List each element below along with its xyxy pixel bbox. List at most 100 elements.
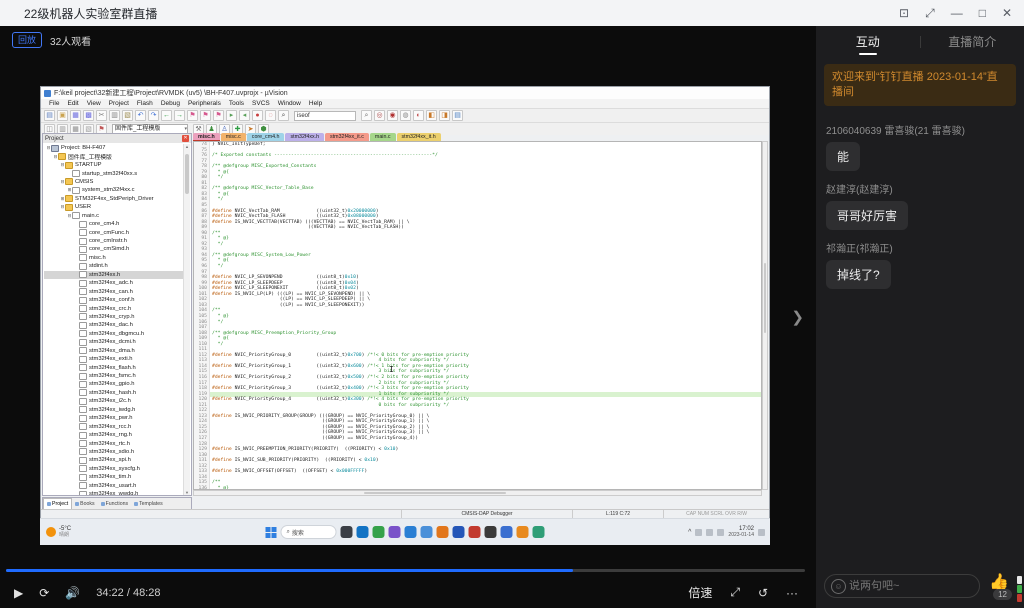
tree-item-USER[interactable]: ⊟ USER (44, 203, 184, 211)
menu-edit[interactable]: Edit (63, 100, 82, 107)
new-file-icon[interactable]: ▤ (44, 110, 55, 121)
dev-app-icon[interactable] (452, 526, 465, 538)
tree-item-stm32f4xx_rtc.h[interactable]: stm32f4xx_rtc.h (44, 439, 184, 448)
editor-tab-stm32f4xx_it.h[interactable]: stm32f4xx_it.h (396, 133, 441, 141)
video-stage[interactable]: 回放 32人观看 F:\keil project\32新建工程\Project\… (0, 26, 816, 608)
tree-item-stm32f4xx_syscfg.h[interactable]: stm32f4xx_syscfg.h (44, 465, 184, 473)
emoji-icon[interactable]: ☺ (831, 579, 846, 594)
tree-scroll-down-icon[interactable]: ▼ (184, 490, 190, 495)
insert-trace-icon[interactable]: ◍ (400, 110, 411, 121)
panel-tab-project[interactable]: Project (43, 498, 73, 509)
menu-project[interactable]: Project (105, 100, 133, 107)
dark-app-icon[interactable] (484, 526, 497, 538)
tree-item-main.c[interactable]: ⊟ main.c (44, 212, 184, 220)
tree-item-stm32f4xx_can.h[interactable]: stm32f4xx_can.h (44, 287, 184, 296)
tree-item-STM32F4xx_StdPeriph_Driver[interactable]: ⊞ STM32F4xx_StdPeriph_Driver (44, 195, 184, 203)
outdent-icon[interactable]: ◂ (239, 110, 250, 121)
toolbar-find-input[interactable]: iseof (294, 110, 356, 121)
popout-icon[interactable]: ⊡ (899, 0, 909, 26)
tree-item-stm32f4xx_i2c.h[interactable]: stm32f4xx_i2c.h (44, 397, 184, 405)
tree-item-core_cmFunc.h[interactable]: core_cmFunc.h (44, 228, 184, 237)
tree-item-stm32f4xx_usart.h[interactable]: stm32f4xx_usart.h (44, 482, 184, 490)
close-icon[interactable]: ✕ (1002, 0, 1012, 26)
breakpoint-icon[interactable]: ● (252, 110, 263, 121)
volume-button[interactable]: 🔊 (65, 586, 80, 600)
copy-icon[interactable]: ▥ (109, 110, 120, 121)
flash-download-icon[interactable]: ◨ (439, 110, 450, 121)
tree-item-stm32f4xx_adc.h[interactable]: stm32f4xx_adc.h (44, 279, 184, 287)
settings-icon[interactable] (420, 526, 433, 538)
menu-peripherals[interactable]: Peripherals (184, 100, 225, 107)
taskbar-clock[interactable]: 17:02 2023-01-14 (728, 526, 754, 538)
taskbar-search[interactable]: ⌕ 搜索 (280, 525, 337, 539)
keil-pack-installer-icon[interactable] (372, 526, 385, 538)
undo-icon[interactable]: ↶ (135, 110, 146, 121)
progress-bar[interactable] (6, 569, 805, 572)
tree-item-stm32f4xx_spi.h[interactable]: stm32f4xx_spi.h (44, 456, 184, 464)
menu-svcs[interactable]: SVCS (248, 100, 274, 107)
editor-tab-main.c[interactable]: main.c (369, 133, 396, 141)
editor-hscroll-thumb[interactable] (364, 492, 506, 494)
tree-item-stm32f4xx_conf.h[interactable]: stm32f4xx_conf.h (44, 296, 184, 304)
panel-tab-functions[interactable]: Functions (98, 499, 132, 509)
menu-debug[interactable]: Debug (157, 100, 184, 107)
indent-icon[interactable]: ▸ (226, 110, 237, 121)
menu-file[interactable]: File (45, 100, 63, 107)
save-all-icon[interactable]: ▩ (83, 110, 94, 121)
tree-item-stm32f4xx.h[interactable]: stm32f4xx.h (44, 270, 184, 279)
taskbar-weather[interactable]: -5°C 晴朗 (46, 526, 71, 538)
editor-tab-stm32f4xx.h[interactable]: stm32f4xx.h (285, 133, 325, 141)
notification-icon[interactable] (758, 528, 765, 536)
editor-tab-misc.h[interactable]: misc.h (193, 133, 220, 141)
orange-app-icon[interactable] (436, 526, 449, 538)
windows-start-icon[interactable] (265, 526, 277, 538)
save-icon[interactable]: ▦ (70, 110, 81, 121)
panel-collapse-handle[interactable]: ❯ (791, 308, 804, 326)
code-view[interactable]: 74} NVIC_InitTypeDef; 75 76/* Exported con… (193, 141, 762, 490)
tree-item-core_cmInstr.h[interactable]: core_cmInstr.h (44, 237, 184, 245)
cut-icon[interactable]: ✂ (96, 110, 107, 121)
tree-item-stm32f4xx_sdio.h[interactable]: stm32f4xx_sdio.h (44, 448, 184, 456)
chat-message-list[interactable]: 2106040639 雷喜骏(21 雷喜骏) 能赵建淳(赵建淳) 哥哥好厉害 祁瀚正(… (826, 112, 1014, 564)
window-config-icon[interactable]: ▤ (452, 110, 463, 121)
bookmark-prev-icon[interactable]: ⚑ (200, 110, 211, 121)
blue-app-icon[interactable] (500, 526, 513, 538)
keil-uvision-icon[interactable] (468, 526, 481, 538)
tree-item-stm32f4xx_dbgmcu.h[interactable]: stm32f4xx_dbgmcu.h (44, 330, 184, 338)
tree-item-stm32f4xx_hash.h[interactable]: stm32f4xx_hash.h (44, 389, 184, 397)
tree-item-misc.h[interactable]: misc.h (44, 254, 184, 262)
fullscreen-icon[interactable]: ⤢ (925, 0, 935, 26)
tree-item-core_cmSimd.h[interactable]: core_cmSimd.h (44, 245, 184, 253)
redo-icon[interactable]: ↷ (148, 110, 159, 121)
maximize-icon[interactable]: □ (979, 0, 986, 26)
green-app-icon[interactable] (532, 526, 545, 538)
find-in-files-icon[interactable]: ⌕ (278, 110, 289, 121)
sidebar-tab-interaction[interactable]: 互动 (816, 26, 920, 58)
editor-vscroll-thumb[interactable] (764, 263, 766, 333)
task-view-icon[interactable] (340, 526, 353, 538)
play-button[interactable]: ▶ (14, 586, 23, 600)
edge-browser-icon[interactable] (356, 526, 369, 538)
find-icon[interactable]: ⌕ (361, 110, 372, 121)
tree-item-stm32f4xx_iwdg.h[interactable]: stm32f4xx_iwdg.h (44, 406, 184, 414)
orange-app-2-icon[interactable] (516, 526, 529, 538)
debug-session-icon[interactable]: ◉ (387, 110, 398, 121)
tree-item-stm32f4xx_crc.h[interactable]: stm32f4xx_crc.h (44, 304, 184, 313)
project-tree-scrollbar[interactable]: ▲ ▼ (183, 144, 190, 495)
panel-tab-templates[interactable]: Templates (131, 499, 166, 509)
breakpoint-clear-icon[interactable]: ◌ (265, 110, 276, 121)
editor-tab-stm32f4xx_it.c[interactable]: stm32f4xx_it.c (325, 133, 369, 141)
tree-item-stm32f4xx_exti.h[interactable]: stm32f4xx_exti.h (44, 355, 184, 363)
replay-button[interactable]: ⟳ (39, 586, 49, 600)
tree-scroll-thumb[interactable] (185, 154, 189, 194)
tree-item--_-[interactable]: ⊟ 固件库_工程模版 (44, 152, 184, 161)
tree-item-stm32f4xx_pwr.h[interactable]: stm32f4xx_pwr.h (44, 414, 184, 422)
tree-item-startup_stm32f40xx.s[interactable]: startup_stm32f40xx.s (44, 169, 184, 178)
tree-item-stm32f4xx_cryp.h[interactable]: stm32f4xx_cryp.h (44, 313, 184, 321)
chat-input[interactable] (824, 574, 980, 598)
navigate-back-icon[interactable]: ← (161, 110, 172, 121)
network-icon[interactable] (706, 528, 714, 536)
menu-view[interactable]: View (83, 100, 105, 107)
browser-icon[interactable] (404, 526, 417, 538)
voice-app-icon[interactable] (388, 526, 401, 538)
